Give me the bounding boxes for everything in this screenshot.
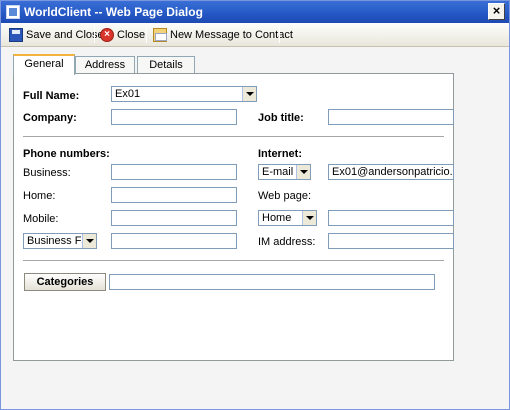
section-divider [23, 260, 444, 261]
business-phone-field[interactable] [111, 164, 237, 180]
categories-button[interactable]: Categories [24, 273, 106, 291]
chevron-down-icon [242, 87, 256, 101]
general-panel: Full Name: Ex01 Company: Job title: Phon… [13, 73, 454, 361]
toolbar-separator [279, 27, 280, 43]
window-title: WorldClient -- Web Page Dialog [24, 5, 203, 19]
company-label: Company: [23, 112, 77, 124]
fax-phone-field[interactable] [111, 233, 237, 249]
close-label: Close [117, 29, 146, 41]
save-and-close-button[interactable]: Save and Close [9, 27, 104, 43]
web-type-select[interactable]: Home [258, 210, 317, 226]
web-page-field[interactable] [328, 210, 454, 226]
phone-type-select[interactable]: Business Fax [23, 233, 97, 249]
full-name-select[interactable]: Ex01 [111, 86, 257, 102]
new-message-label: New Message to Contact [170, 29, 293, 41]
toolbar-separator [94, 27, 95, 43]
full-name-label: Full Name: [23, 90, 80, 102]
company-field[interactable] [111, 109, 237, 125]
window-icon [6, 5, 20, 19]
dialog-window: WorldClient -- Web Page Dialog × Save an… [0, 0, 510, 410]
im-address-label: IM address: [258, 236, 316, 248]
save-icon [9, 28, 23, 42]
phone-numbers-heading: Phone numbers: [23, 148, 110, 160]
email-type-select[interactable]: E-mail [258, 164, 311, 180]
web-type-value: Home [262, 212, 292, 224]
home-label: Home: [23, 190, 56, 202]
categories-field[interactable] [109, 274, 435, 290]
im-address-field[interactable] [328, 233, 454, 249]
email-type-value: E-mail [262, 166, 294, 178]
job-title-field[interactable] [328, 109, 454, 125]
internet-heading: Internet: [258, 148, 302, 160]
email-field[interactable]: Ex01@andersonpatricio.org [328, 164, 454, 180]
home-phone-field[interactable] [111, 187, 237, 203]
job-title-label: Job title: [258, 112, 304, 124]
chevron-down-icon [296, 165, 310, 179]
full-name-value: Ex01 [115, 88, 141, 100]
section-divider [23, 136, 444, 137]
close-icon: × [100, 28, 114, 42]
tab-address[interactable]: Address [75, 56, 135, 74]
save-and-close-label: Save and Close [26, 29, 104, 41]
title-bar[interactable]: WorldClient -- Web Page Dialog × [1, 1, 509, 23]
chevron-down-icon [302, 211, 316, 225]
tab-general[interactable]: General [13, 54, 75, 75]
window-close-button[interactable]: × [488, 3, 505, 20]
tab-details[interactable]: Details [137, 56, 195, 74]
business-label: Business: [23, 167, 71, 179]
mobile-phone-field[interactable] [111, 210, 237, 226]
new-message-icon [153, 28, 167, 42]
chevron-down-icon [82, 234, 96, 248]
mobile-label: Mobile: [23, 213, 59, 225]
toolbar: Save and Close × Close New Message to Co… [1, 23, 509, 47]
new-message-button[interactable]: New Message to Contact [153, 27, 293, 43]
toolbar-separator [146, 27, 147, 43]
close-button[interactable]: × Close [100, 27, 145, 43]
web-page-label: Web page: [258, 190, 312, 202]
